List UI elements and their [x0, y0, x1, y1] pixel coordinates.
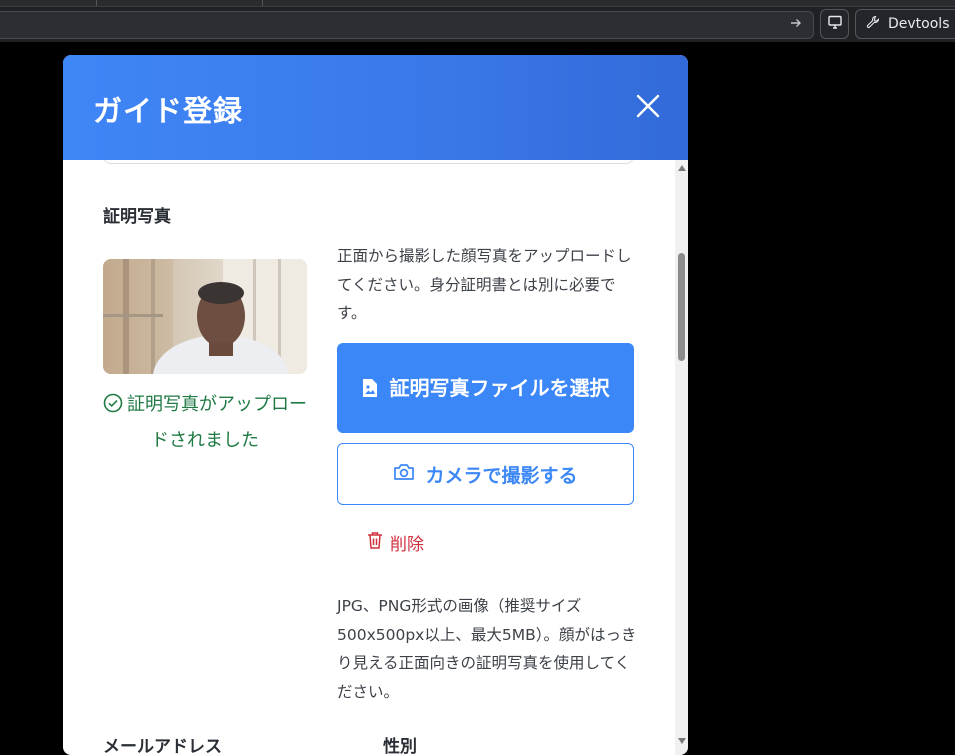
arrow-right-icon[interactable] [787, 16, 805, 34]
modal-scrollbar[interactable] [675, 160, 688, 755]
take-photo-button[interactable]: カメラで撮影する [337, 443, 634, 505]
guide-registration-modal: ガイド登録 証明写真 証明写真がアップロードされました 正面から撮影した顔写真を… [63, 55, 688, 755]
tab-strip [0, 0, 955, 7]
image-file-icon [362, 378, 378, 398]
browser-toolbar: Devtools [0, 0, 955, 42]
select-photo-file-label: 証明写真ファイルを選択 [389, 375, 610, 400]
screen-share-button[interactable] [820, 9, 849, 39]
monitor-icon [827, 14, 843, 34]
email-field-label: メールアドレス [103, 737, 222, 755]
trash-icon [367, 531, 383, 554]
modal-body: 証明写真 証明写真がアップロードされました 正面から撮影した顔写真をアップロード… [63, 160, 675, 755]
devtools-label: Devtools [888, 16, 950, 32]
delete-photo-button[interactable]: 削除 [367, 527, 424, 557]
select-photo-file-button[interactable]: 証明写真ファイルを選択 [337, 343, 634, 433]
camera-icon [393, 463, 415, 486]
wrench-icon [866, 15, 880, 33]
upload-status: 証明写真がアップロードされました [103, 388, 307, 457]
modal-header: ガイド登録 [63, 55, 688, 160]
photo-help-text: 正面から撮影した顔写真をアップロードしてください。身分証明書とは別に必要です。 [337, 247, 632, 322]
upload-status-text: 証明写真がアップロードされました [127, 394, 307, 451]
scroll-up-icon[interactable] [678, 165, 686, 171]
close-button[interactable] [631, 91, 665, 125]
devtools-button[interactable]: Devtools [855, 9, 955, 39]
scroll-down-icon[interactable] [678, 738, 686, 744]
previous-input-field[interactable] [103, 160, 634, 164]
check-circle-icon [103, 391, 123, 424]
gender-field-label: 性別 [383, 737, 417, 755]
photo-format-text: JPG、PNG形式の画像（推奨サイズ500x500px以上、最大5MB）。顔がは… [337, 597, 637, 701]
delete-photo-label: 削除 [390, 534, 424, 555]
scrollbar-thumb[interactable] [678, 253, 685, 361]
close-icon [636, 94, 660, 122]
tab-separator [262, 0, 263, 6]
take-photo-label: カメラで撮影する [425, 464, 578, 487]
id-photo-preview [103, 259, 307, 374]
photo-section-label: 証明写真 [103, 207, 171, 227]
tab-separator [96, 0, 97, 6]
modal-title: ガイド登録 [93, 94, 244, 128]
address-bar[interactable] [0, 11, 814, 39]
